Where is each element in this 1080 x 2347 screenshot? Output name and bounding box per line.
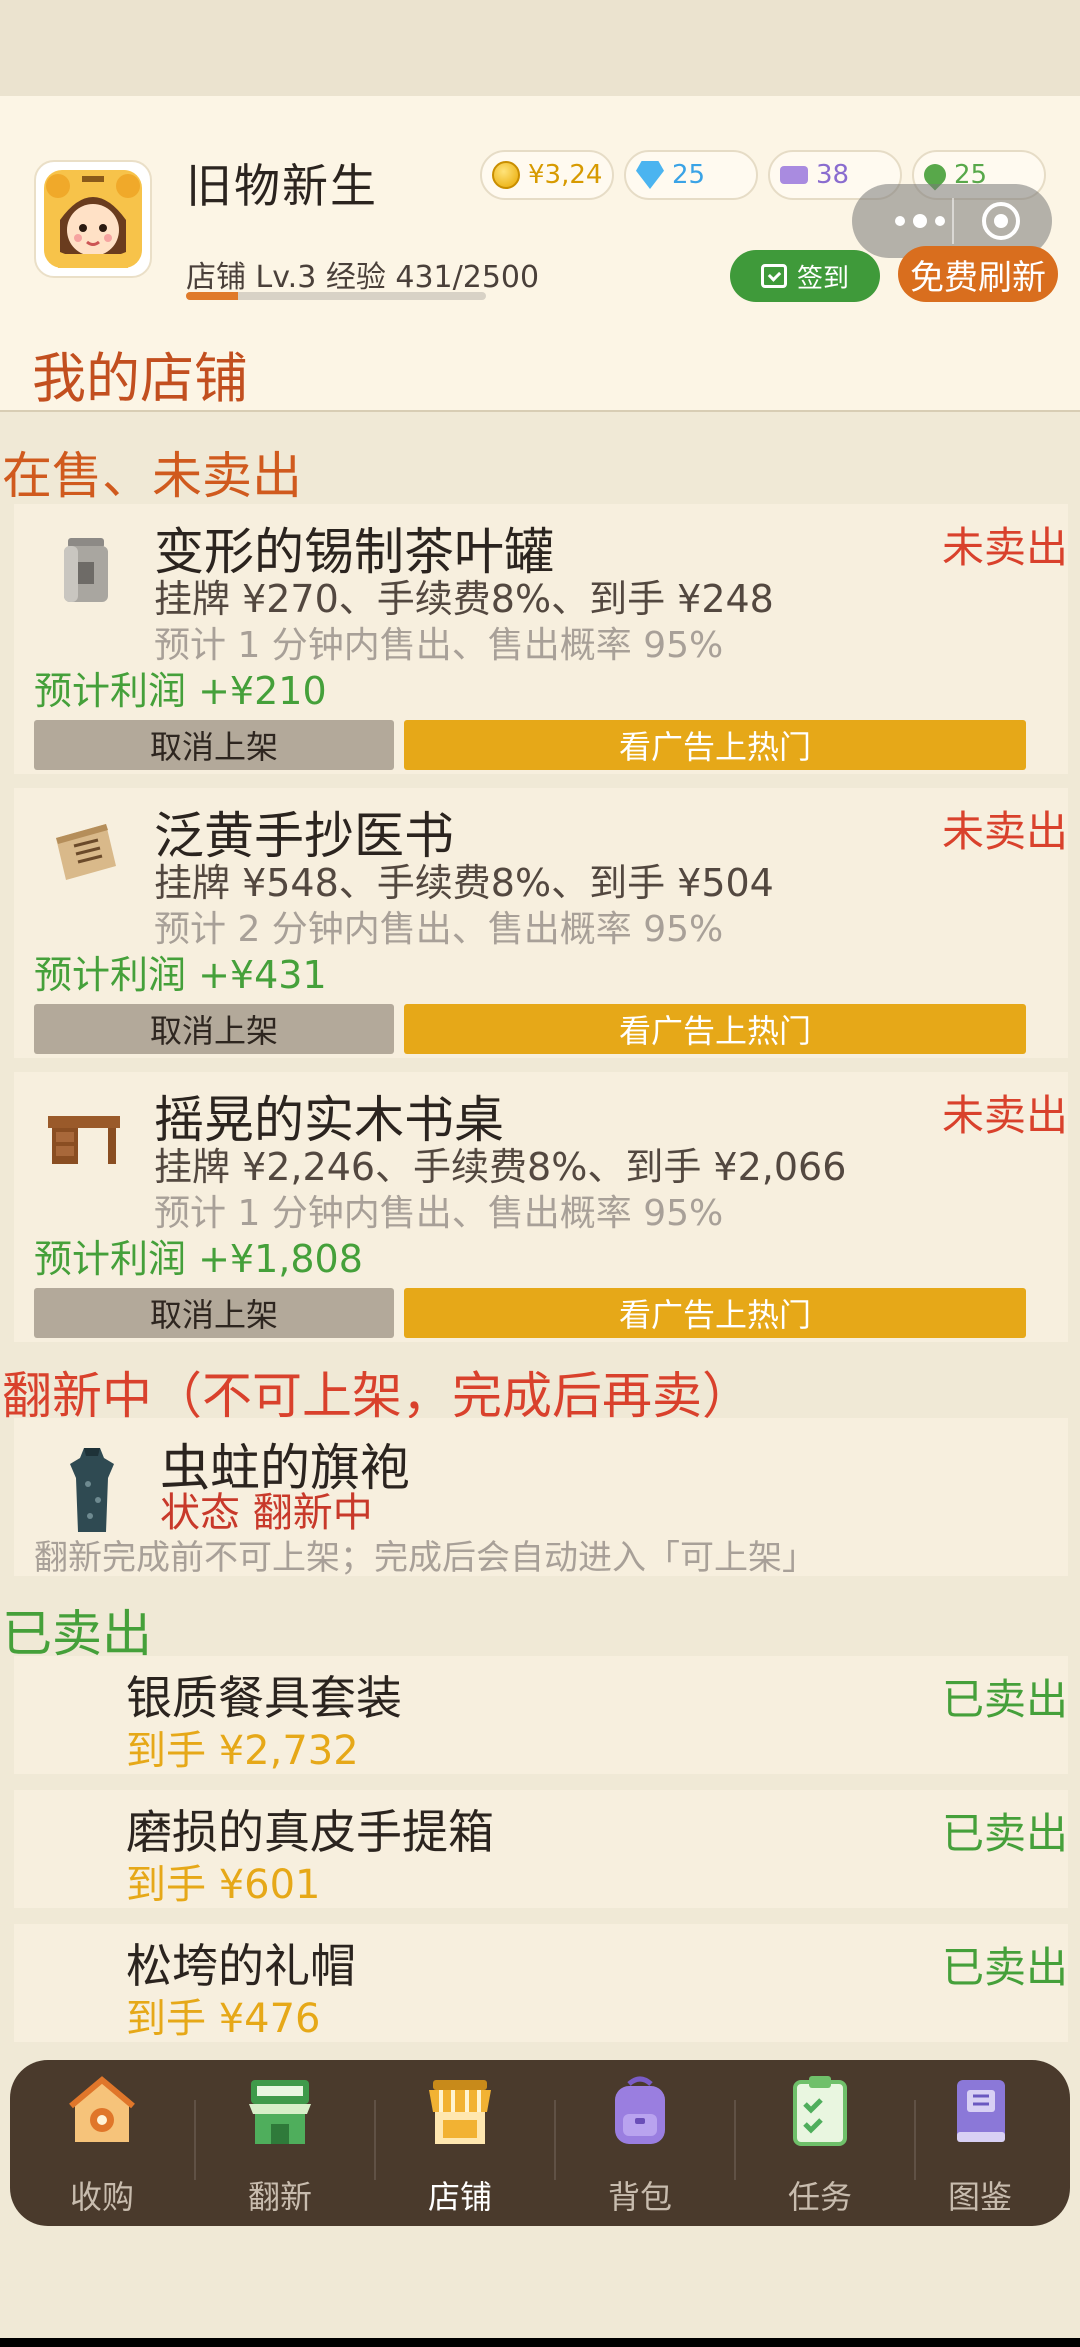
listing-price-line: 挂牌 ¥2,246、手续费8%、到手 ¥2,066	[154, 1145, 847, 1189]
listing-price-line: 挂牌 ¥548、手续费8%、到手 ¥504	[154, 861, 774, 905]
sold-item-status: 已卖出	[941, 1809, 1068, 1858]
tab-acquire[interactable]: 收购	[14, 2060, 190, 2226]
refurbish-note: 翻新完成前不可上架；完成后会自动进入「可上架」	[34, 1538, 816, 1578]
tea-tin-icon	[54, 534, 118, 612]
tab-store[interactable]: 店铺	[372, 2060, 548, 2226]
ticket-value: 38	[816, 160, 850, 190]
page-title: 我的店铺	[32, 347, 248, 410]
free-refresh-button[interactable]: 免费刷新	[898, 246, 1058, 302]
cancel-listing-button[interactable]: 取消上架	[34, 720, 394, 770]
capsule-divider	[952, 198, 954, 244]
tab-label: 翻新	[247, 2178, 312, 2216]
task-clipboard-icon	[793, 2076, 847, 2146]
watch-ad-boost-button[interactable]: 看广告上热门	[404, 1004, 1026, 1054]
tab-refurbish[interactable]: 翻新	[192, 2060, 368, 2226]
diamond-balance[interactable]: 25	[624, 150, 758, 200]
sold-item-card: 松垮的礼帽 到手 ¥476 已卖出	[14, 1924, 1068, 2042]
watch-ad-boost-button[interactable]: 看广告上热门	[404, 1288, 1026, 1338]
gold-balance[interactable]: ¥3,24	[480, 150, 614, 200]
tab-codex[interactable]: 图鉴	[892, 2060, 1068, 2226]
sold-item-amount: 到手 ¥2,732	[126, 1728, 359, 1774]
close-miniprogram-icon[interactable]	[982, 202, 1020, 240]
store-icon	[429, 2080, 491, 2144]
sold-item-card: 银质餐具套装 到手 ¥2,732 已卖出	[14, 1656, 1068, 1774]
tab-label: 图鉴	[947, 2178, 1012, 2216]
sold-item-amount: 到手 ¥476	[126, 1996, 321, 2042]
refurbish-card: 虫蛀的旗袍 状态 翻新中 翻新完成前不可上架；完成后会自动进入「可上架」	[14, 1418, 1068, 1578]
diamond-value: 25	[672, 160, 706, 190]
gold-coin-icon	[492, 161, 520, 189]
app-title: 旧物新生	[186, 159, 378, 213]
tiger-hood-avatar-icon	[44, 170, 142, 268]
listing-profit: 预计利润 +¥431	[34, 953, 327, 997]
cancel-listing-button[interactable]: 取消上架	[34, 1004, 394, 1054]
wooden-desk-icon	[46, 1108, 122, 1172]
listing-price-line: 挂牌 ¥270、手续费8%、到手 ¥248	[154, 577, 774, 621]
status-bar-area	[0, 0, 1080, 96]
tab-tasks[interactable]: 任务	[732, 2060, 908, 2226]
tab-label: 收购	[69, 2178, 134, 2216]
tab-label: 任务	[787, 2178, 852, 2216]
gold-value: ¥3,24	[528, 160, 603, 190]
xp-progress-bar	[186, 292, 486, 300]
signin-label: 签到	[796, 263, 849, 294]
listing-status: 未卖出	[941, 1091, 1068, 1140]
tab-label: 店铺	[427, 2178, 492, 2216]
sold-item-amount: 到手 ¥601	[126, 1862, 321, 1908]
calendar-check-icon	[760, 264, 787, 288]
cancel-listing-button[interactable]: 取消上架	[34, 1288, 394, 1338]
backpack-icon	[615, 2076, 665, 2144]
old-book-icon	[50, 818, 122, 892]
more-menu-icon[interactable]	[880, 206, 960, 236]
shop-level-text: 店铺 Lv.3 经验 431/2500	[186, 260, 540, 295]
listing-card: 变形的锡制茶叶罐 未卖出 挂牌 ¥270、手续费8%、到手 ¥248 预计 1 …	[14, 504, 1068, 774]
section-title-on-sale: 在售、未卖出	[2, 447, 302, 505]
diamond-icon	[636, 161, 664, 189]
watch-ad-boost-button[interactable]: 看广告上热门	[404, 720, 1026, 770]
acquire-icon	[69, 2076, 135, 2142]
tab-backpack[interactable]: 背包	[552, 2060, 728, 2226]
listing-status: 未卖出	[941, 523, 1068, 572]
refurbish-shop-icon	[249, 2080, 311, 2144]
qipao-icon	[64, 1444, 120, 1540]
sold-item-card: 磨损的真皮手提箱 到手 ¥601 已卖出	[14, 1790, 1068, 1908]
sold-item-status: 已卖出	[941, 1675, 1068, 1724]
listing-profit: 预计利润 +¥210	[34, 669, 327, 713]
bottom-tab-bar: 收购 翻新 店铺 背包 任务 图鉴	[10, 2060, 1070, 2226]
listing-card: 摇晃的实木书桌 未卖出 挂牌 ¥2,246、手续费8%、到手 ¥2,066 预计…	[14, 1072, 1068, 1342]
xp-progress-fill	[186, 292, 238, 300]
ticket-icon	[780, 166, 808, 184]
avatar[interactable]	[34, 160, 152, 278]
tab-label: 背包	[607, 2178, 672, 2216]
listing-card: 泛黄手抄医书 未卖出 挂牌 ¥548、手续费8%、到手 ¥504 预计 2 分钟…	[14, 788, 1068, 1058]
sold-item-status: 已卖出	[941, 1943, 1068, 1992]
profile-header: 旧物新生 ¥3,24 25 38 25 店铺 Lv.3 经验 431/2500 …	[0, 96, 1080, 412]
signin-button[interactable]: 签到	[730, 250, 880, 302]
home-indicator-strip	[0, 2338, 1080, 2347]
codex-book-icon	[957, 2080, 1005, 2142]
listing-profit: 预计利润 +¥1,808	[34, 1237, 363, 1281]
listing-status: 未卖出	[941, 807, 1068, 856]
